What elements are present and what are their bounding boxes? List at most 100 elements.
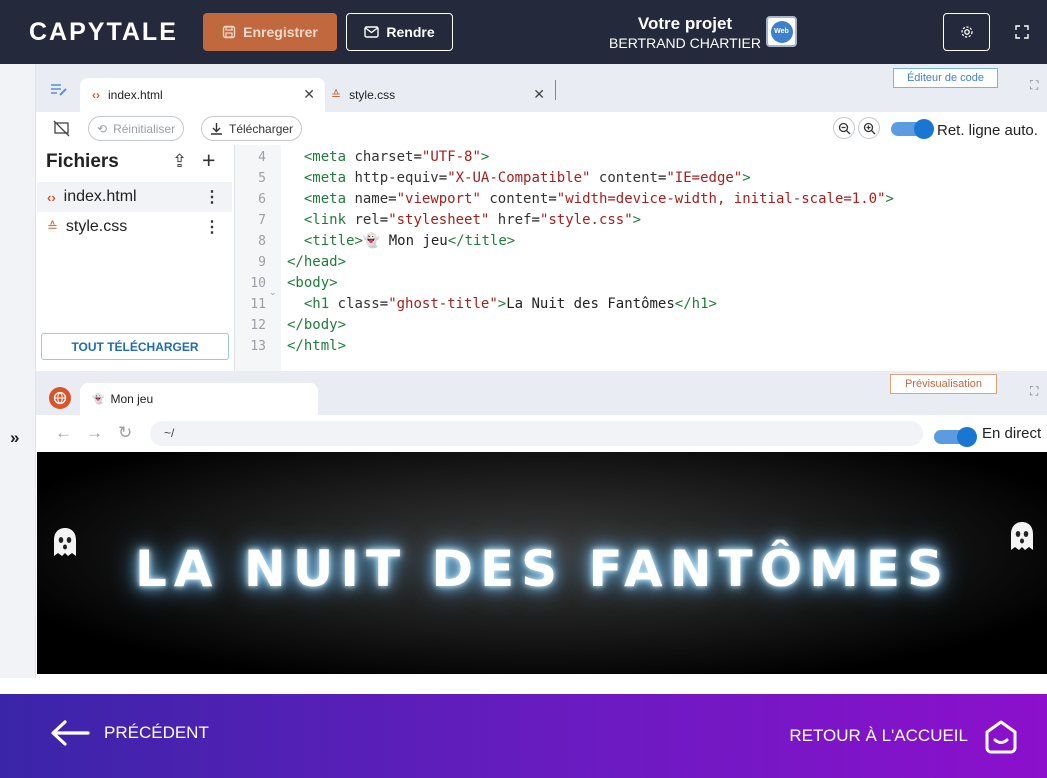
history-icon: ⟲ [97,121,108,136]
save-icon [222,25,236,39]
editor-toolbar: ⟲ Réinitialiser Télécharger [36,112,1047,145]
previous-label: PRÉCÉDENT [104,723,209,742]
file-explorer: Fichiers ⇪ + ‹› index.html ⋮ ≙ style.css… [36,145,235,371]
home-label: RETOUR À L'ACCUEIL [789,726,968,745]
top-bar: CAPYTALE Enregistrer Rendre Votre projet… [0,0,1047,64]
code-text-area[interactable]: <meta charset="UTF-8"> <meta http-equiv=… [287,145,1047,371]
file-name: style.css [65,218,128,235]
tab-label: index.html [108,88,163,102]
submit-button[interactable]: Rendre [346,13,453,51]
tab-label: style.css [349,88,396,102]
fullscreen-icon [1015,25,1029,39]
reload-icon[interactable]: ↻ [118,423,132,443]
rendered-page: LA NUIT DES FANTÔMES [37,452,1047,674]
download-all-button[interactable]: TOUT TÉLÉCHARGER [41,333,229,360]
code-line[interactable]: <meta name="viewport" content="width=dev… [287,191,894,207]
line-number: 6 [258,192,266,207]
url-input[interactable]: ~/ [150,421,923,446]
download-label: Télécharger [229,121,294,136]
line-number: 4 [258,150,266,165]
web-badge-text: Web [770,20,793,43]
zoom-in-button[interactable] [858,117,880,139]
code-line[interactable]: </html> [287,338,346,354]
zoom-in-icon [863,122,875,134]
home-button[interactable]: RETOUR À L'ACCUEIL [789,718,1020,754]
code-line[interactable]: <title>👻 Mon jeu</title> [287,233,515,249]
line-number: 8 [258,234,266,249]
add-file-icon[interactable]: + [202,147,215,174]
code-line[interactable]: <body> [287,275,338,291]
file-name: index.html [63,188,137,205]
ghost-icon: 👻 [92,393,105,405]
zoom-out-icon [838,122,850,134]
more-options-icon[interactable]: ⋮ [204,217,220,237]
zoom-out-button[interactable] [833,117,855,139]
tab-style-css[interactable]: ≙ style.css ✕ [325,78,555,112]
expand-editor-icon[interactable]: ⛶ [1030,78,1038,93]
css-icon: ≙ [331,88,342,102]
ghost-title-heading: LA NUIT DES FANTÔMES [134,540,951,598]
close-icon[interactable]: ✕ [303,86,315,103]
line-number-gutter: 4 5 6 7 8 9 10 ⌄ 11 12 13 [235,145,281,371]
code-line[interactable]: </head> [287,254,346,270]
expand-sidebar-icon[interactable]: » [10,428,19,448]
editor-tab-bar: ‹› index.html ✕ ≙ style.css ✕ Éditeur de… [36,64,1047,112]
code-line[interactable]: <link rel="stylesheet" href="style.css"> [287,212,641,228]
expand-preview-icon[interactable]: ⛶ [1030,384,1038,399]
side-collapse-strip: » [0,64,35,678]
fullscreen-button[interactable] [1002,13,1042,51]
line-number: 10 [250,276,266,291]
save-button[interactable]: Enregistrer [203,13,337,51]
home-icon [985,720,1017,754]
no-preview-icon[interactable] [53,120,70,137]
mail-icon [364,26,380,38]
preview-panel-label: Prévisualisation [890,374,997,394]
close-icon[interactable]: ✕ [533,86,545,103]
line-number: 7 [258,213,266,228]
previous-button[interactable]: PRÉCÉDENT [50,720,209,746]
code-icon: ‹› [47,189,56,205]
gear-icon [960,26,973,38]
line-number: 12 [250,318,266,333]
line-number: 11 [250,297,266,312]
file-item-index-html[interactable]: ‹› index.html ⋮ [37,182,232,212]
code-icon: ‹› [92,88,100,102]
tab-index-html[interactable]: ‹› index.html ✕ [80,78,325,112]
line-wrap-toggle[interactable] [891,119,934,139]
settings-button[interactable] [943,13,990,51]
submit-button-label: Rendre [386,24,435,40]
file-item-style-css[interactable]: ≙ style.css ⋮ [37,212,232,242]
code-editor-panel: ‹› index.html ✕ ≙ style.css ✕ Éditeur de… [35,64,1047,371]
editor-panel-label: Éditeur de code [893,68,998,88]
preview-panel: 👻 Mon jeu Prévisualisation ⛶ ← → ↻ ~/ En… [35,371,1047,678]
preview-tab-label: Mon jeu [110,392,154,406]
reset-label: Réinitialiser [113,121,176,136]
live-preview-toggle[interactable] [934,427,977,447]
line-number: 9 [258,255,266,270]
footer-nav: PRÉCÉDENT RETOUR À L'ACCUEIL [0,694,1047,778]
line-number: 5 [258,171,266,186]
code-line[interactable]: <h1 class="ghost-title">La Nuit des Fant… [287,296,717,312]
live-preview-label: En direct [982,425,1042,442]
preview-tab[interactable]: 👻 Mon jeu [80,383,318,415]
app-logo[interactable]: CAPYTALE [29,18,178,47]
forward-arrow-icon[interactable]: → [86,423,103,443]
editor-menu-icon[interactable] [50,83,68,97]
more-options-icon[interactable]: ⋮ [204,187,220,207]
line-wrap-label: Ret. ligne auto. [937,122,1038,139]
arrow-left-icon [51,720,90,746]
back-arrow-icon[interactable]: ← [55,423,72,443]
code-line[interactable]: <meta http-equiv="X-UA-Compatible" conte… [287,170,751,186]
browser-globe-icon [49,387,71,409]
reset-button[interactable]: ⟲ Réinitialiser [88,116,185,141]
fold-chevron-icon[interactable]: ⌄ [269,287,277,298]
save-button-label: Enregistrer [243,24,318,40]
line-number: 13 [250,339,266,354]
upload-icon[interactable]: ⇪ [172,151,187,172]
css-icon: ≙ [47,219,58,234]
code-line[interactable]: </body> [287,317,346,333]
code-line[interactable]: <meta charset="UTF-8"> [287,149,490,165]
download-button[interactable]: Télécharger [201,116,303,141]
files-heading: Fichiers [46,151,119,172]
preview-tab-bar: 👻 Mon jeu Prévisualisation ⛶ [36,371,1047,415]
